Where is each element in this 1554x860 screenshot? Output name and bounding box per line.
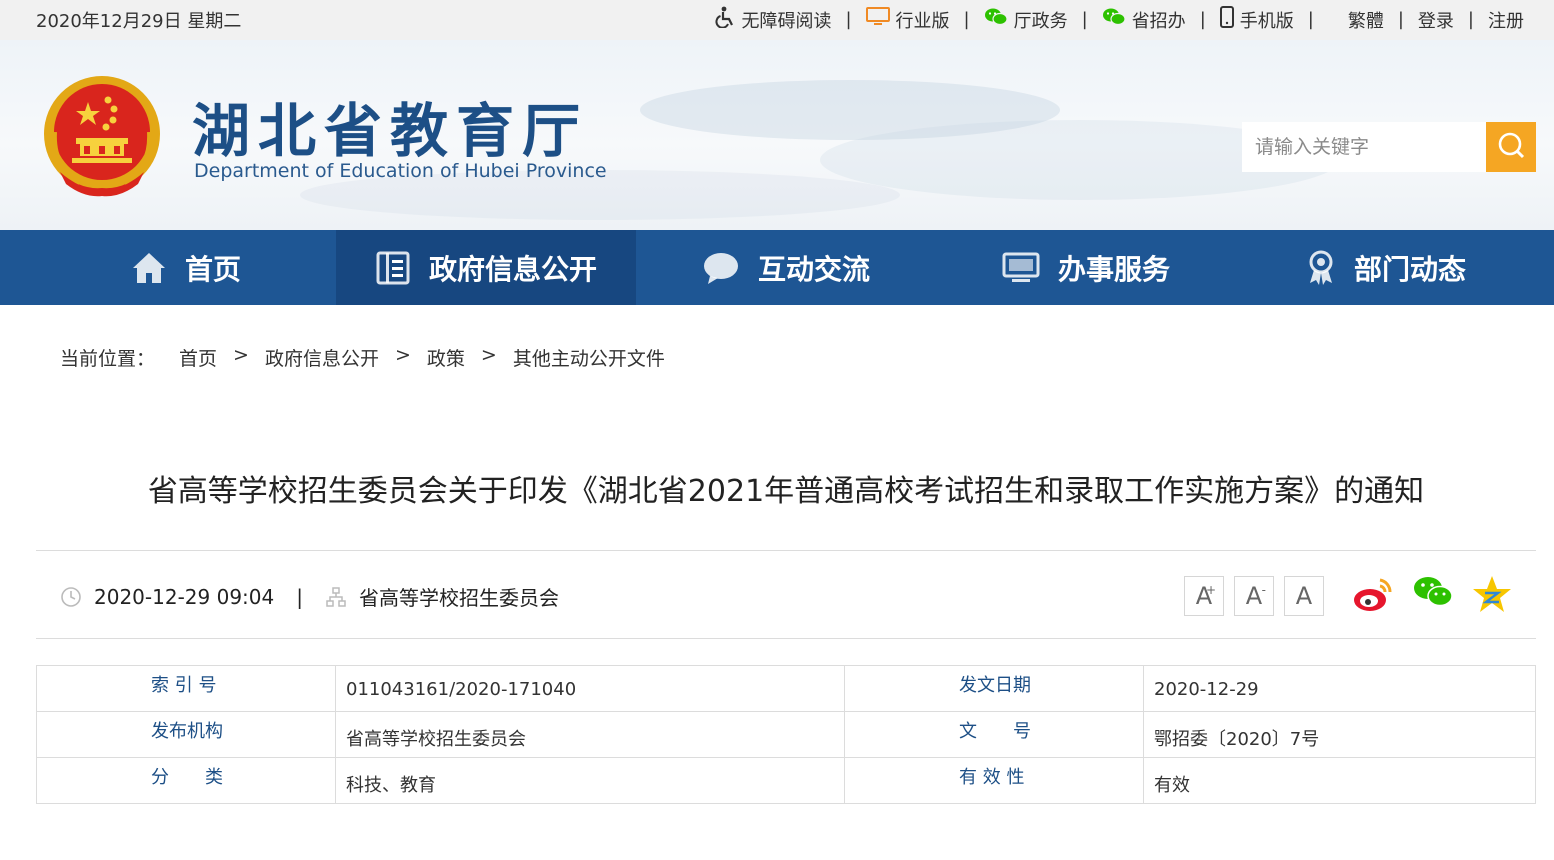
publisher-source: 省高等学校招生委员会 (358, 586, 559, 610)
traditional-chinese-link[interactable]: 繁體 (1348, 7, 1384, 33)
nav-item-department-news[interactable]: 部门动态 (1236, 230, 1536, 305)
current-date: 2020年12月29日 星期二 (36, 11, 242, 32)
monitor-icon (865, 7, 890, 32)
award-person-icon (1306, 249, 1336, 287)
issue-date-label: 发文日期 (844, 665, 1144, 712)
nav-item-label: 办事服务 (1057, 252, 1170, 286)
accessibility-link[interactable]: 无障碍阅读 (715, 6, 831, 33)
login-link[interactable]: 登录 (1418, 7, 1454, 33)
index-number-label: 索 引 号 (36, 665, 336, 712)
register-link[interactable]: 注册 (1488, 7, 1524, 33)
mobile-version-label: 手机版 (1239, 10, 1294, 32)
validity-value: 有效 (1143, 757, 1536, 804)
breadcrumb-home[interactable]: 首页 (179, 344, 217, 371)
font-decrease-button[interactable]: A- (1234, 576, 1274, 616)
chat-bubble-icon (702, 250, 740, 286)
table-row: 分 类 科技、教育 有 效 性 有效 (36, 757, 1536, 804)
nav-item-label: 政府信息公开 (428, 252, 597, 286)
document-number-value: 鄂招委〔2020〕7号 (1143, 711, 1536, 758)
document-info-table: 索 引 号 011043161/2020-171040 发文日期 2020-12… (36, 665, 1536, 804)
screen-icon (1002, 252, 1040, 284)
article-title: 省高等学校招生委员会关于印发《湖北省2021年普通高校考试招生和录取工作实施方案… (147, 474, 1425, 509)
industry-version-link[interactable]: 行业版 (865, 7, 950, 33)
top-links: 无障碍阅读 | 行业版 | 厅政务 | 省招办 | 手机版 | 繁體 | 登录 … (715, 6, 1524, 33)
table-row: 发布机构 省高等学校招生委员会 文 号 鄂招委〔2020〕7号 (36, 711, 1536, 758)
home-icon (131, 251, 167, 285)
national-emblem-logo[interactable] (40, 72, 164, 200)
share-buttons (1352, 574, 1530, 618)
admissions-wechat-link[interactable]: 省招办 (1102, 7, 1186, 33)
qzone-share-icon[interactable] (1472, 574, 1512, 618)
top-bar: 2020年12月29日 星期二 无障碍阅读 | 行业版 | 厅政务 | 省招办 … (0, 0, 1554, 40)
divider (36, 638, 1536, 639)
search-box (1242, 122, 1536, 172)
mobile-icon (1219, 6, 1234, 33)
document-icon (375, 250, 411, 286)
industry-version-label: 行业版 (895, 10, 950, 32)
font-increase-button[interactable]: A + (1184, 576, 1224, 616)
organization-icon (325, 586, 347, 608)
breadcrumb: 当前位置： 首页 > 政府信息公开 > 政策 > 其他主动公开文件 (60, 344, 665, 371)
mobile-version-link[interactable]: 手机版 (1219, 6, 1294, 33)
clock-icon (60, 586, 82, 608)
document-number-label: 文 号 (844, 711, 1144, 758)
nav-item-label: 部门动态 (1353, 252, 1466, 286)
admissions-wechat-label: 省招办 (1131, 10, 1186, 32)
wechat-icon (1102, 7, 1126, 32)
index-number-value: 011043161/2020-171040 (335, 665, 845, 712)
nav-item-home[interactable]: 首页 (36, 230, 336, 305)
department-wechat-link[interactable]: 厅政务 (984, 7, 1068, 33)
divider (36, 550, 1536, 551)
site-header: 湖北省教育厅 Department of Education of Hubei … (0, 40, 1554, 230)
accessibility-label: 无障碍阅读 (741, 10, 832, 32)
category-value: 科技、教育 (335, 757, 845, 804)
article-meta: 2020-12-29 09:04 | 省高等学校招生委员会 (60, 582, 559, 611)
font-reset-button[interactable]: A (1284, 576, 1324, 616)
nav-item-label: 互动交流 (757, 252, 870, 286)
weibo-share-icon[interactable] (1352, 574, 1394, 618)
issuing-agency-label: 发布机构 (36, 711, 336, 758)
validity-label: 有 效 性 (844, 757, 1144, 804)
nav-item-label: 首页 (184, 252, 241, 286)
search-icon (1497, 131, 1525, 163)
nav-item-government-info[interactable]: 政府信息公开 (336, 230, 636, 305)
department-wechat-label: 厅政务 (1013, 10, 1068, 32)
category-label: 分 类 (36, 757, 336, 804)
font-size-controls: A + A- A (1184, 576, 1334, 616)
wechat-icon (984, 7, 1008, 32)
site-subtitle: Department of Education of Hubei Provinc… (194, 160, 607, 182)
breadcrumb-policy[interactable]: 政策 (427, 344, 465, 371)
site-title: 湖北省教育厅 (192, 97, 589, 165)
breadcrumb-government-info[interactable]: 政府信息公开 (265, 344, 379, 371)
wechat-share-icon[interactable] (1412, 574, 1454, 618)
issue-date-value: 2020-12-29 (1143, 665, 1536, 712)
issuing-agency-value: 省高等学校招生委员会 (335, 711, 845, 758)
nav-item-interaction[interactable]: 互动交流 (636, 230, 936, 305)
nav-item-services[interactable]: 办事服务 (936, 230, 1236, 305)
breadcrumb-label: 当前位置： (60, 348, 156, 370)
publish-datetime: 2020-12-29 09:04 (94, 584, 275, 609)
breadcrumb-other-files[interactable]: 其他主动公开文件 (513, 344, 665, 371)
table-row: 索 引 号 011043161/2020-171040 发文日期 2020-12… (36, 665, 1536, 712)
search-input[interactable] (1242, 122, 1486, 172)
main-nav: 首页 政府信息公开 互动交流 办事服务 部门动态 (0, 230, 1554, 305)
search-button[interactable] (1486, 122, 1536, 172)
wheelchair-icon (715, 6, 735, 33)
